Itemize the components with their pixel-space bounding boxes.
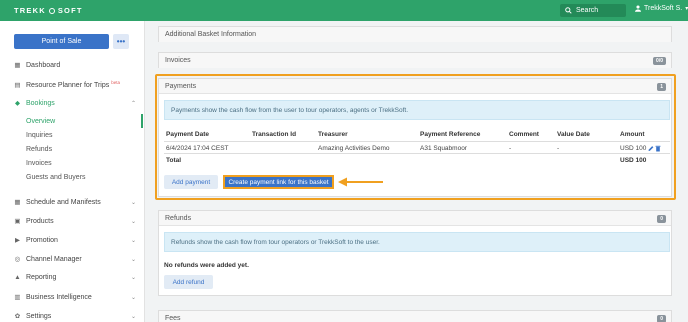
sidebar-item-resource-planner[interactable]: ▤ Resource Planner for Trips beta: [14, 79, 136, 90]
top-bar: TREKK SOFT Search TrekkSoft S. ▾: [0, 0, 688, 21]
sidebar-subitem-invoices[interactable]: Invoices: [26, 160, 52, 167]
refunds-header: Refunds 0: [159, 211, 671, 226]
sidebar-item-label: Bookings: [26, 99, 55, 107]
user-name: TrekkSoft S.: [644, 5, 683, 12]
search-icon: [565, 7, 572, 14]
products-icon: ▣: [14, 218, 21, 225]
trekksoft-logo[interactable]: TREKK SOFT: [14, 6, 83, 15]
bi-icon: ▥: [14, 294, 21, 301]
tag-icon: ◆: [15, 100, 20, 107]
chevron-down-icon: ⌄: [130, 199, 136, 206]
user-icon: [635, 5, 641, 12]
dashboard-icon: ▦: [14, 62, 21, 69]
sidebar-item-label: Products: [26, 217, 54, 225]
refunds-count-badge: 0: [657, 215, 666, 223]
sidebar-item-products[interactable]: ▣ Products ⌄: [14, 217, 136, 226]
beta-badge: beta: [111, 79, 121, 85]
chevron-down-icon: ⌄: [130, 237, 136, 244]
sidebar-subitem-refunds[interactable]: Refunds: [26, 146, 52, 153]
sidebar-item-promotion[interactable]: ▶ Promotion ⌄: [14, 236, 136, 245]
invoices-header: Invoices 0/0: [159, 53, 671, 68]
sidebar-item-label: Business Intelligence: [26, 293, 92, 301]
megaphone-icon: ▶: [15, 237, 20, 244]
calendar-icon: ▦: [14, 199, 21, 206]
chevron-up-icon: ⌃: [130, 100, 136, 107]
logo-mark-icon: [48, 7, 55, 14]
sidebar-item-label: Channel Manager: [26, 255, 82, 263]
sidebar-subitem-inquiries[interactable]: Inquiries: [26, 132, 52, 139]
fees-count-badge: 0: [657, 315, 666, 322]
sidebar-item-business-intelligence[interactable]: ▥ Business Intelligence ⌄: [14, 293, 136, 302]
user-menu[interactable]: TrekkSoft S. ▾: [635, 5, 688, 12]
fees-panel[interactable]: Fees 0: [158, 310, 672, 322]
chevron-down-icon: ⌄: [130, 275, 136, 281]
chevron-down-icon: ⌄: [130, 313, 136, 320]
no-refunds-message: No refunds were added yet.: [164, 262, 249, 269]
additional-basket-panel[interactable]: Additional Basket Information: [158, 26, 672, 42]
refunds-info-alert: Refunds show the cash flow from tour ope…: [164, 232, 670, 252]
sidebar-item-reporting[interactable]: ▲ Reporting ⌄: [14, 274, 136, 281]
fees-header: Fees 0: [159, 311, 671, 322]
planner-icon: ▤: [14, 82, 21, 89]
sidebar-item-label: Promotion: [26, 236, 58, 244]
point-of-sale-button[interactable]: Point of Sale: [14, 34, 109, 49]
gear-icon: ✿: [14, 313, 21, 320]
sidebar-subitem-guests-and-buyers[interactable]: Guests and Buyers: [26, 174, 86, 181]
sidebar-subitem-overview[interactable]: Overview: [26, 118, 55, 125]
sidebar-item-label: Dashboard: [26, 61, 61, 69]
logo-text-trekk: TREKK: [14, 6, 46, 15]
sidebar-item-label: Resource Planner for Trips: [26, 81, 110, 89]
search-placeholder: Search: [576, 7, 599, 14]
sidebar-item-settings[interactable]: ✿ Settings ⌄: [14, 312, 136, 321]
chart-icon: ▲: [14, 274, 21, 281]
chevron-down-icon: ⌄: [130, 256, 136, 263]
channel-icon: ◎: [14, 256, 21, 263]
panel-title: Fees: [165, 315, 181, 322]
sidebar-item-channel-manager[interactable]: ◎ Channel Manager ⌄: [14, 255, 136, 264]
sidebar-item-bookings[interactable]: ◆ Bookings ⌃: [14, 99, 136, 108]
add-refund-button[interactable]: Add refund: [164, 275, 213, 289]
logo-text-soft: SOFT: [57, 6, 83, 15]
more-options-button[interactable]: •••: [113, 34, 129, 49]
chevron-down-icon: ⌄: [130, 294, 136, 301]
sidebar-item-schedule[interactable]: ▦ Schedule and Manifests ⌄: [14, 198, 136, 207]
panel-title: Invoices: [165, 57, 191, 64]
sidebar: Point of Sale ••• ▦ Dashboard ▤ Resource…: [0, 21, 145, 322]
panel-title: Refunds: [165, 214, 192, 222]
sidebar-item-label: Settings: [26, 312, 52, 320]
search-input[interactable]: Search: [560, 4, 626, 17]
sidebar-item-label: Schedule and Manifests: [26, 198, 101, 206]
chevron-down-icon: ⌄: [130, 218, 136, 225]
invoices-count-badge: 0/0: [653, 57, 666, 65]
sidebar-item-dashboard[interactable]: ▦ Dashboard: [14, 61, 136, 70]
sidebar-item-label: Reporting: [26, 274, 57, 281]
payments-highlight-frame: [155, 74, 676, 200]
active-indicator: [141, 114, 143, 128]
invoices-panel[interactable]: Invoices 0/0: [158, 52, 672, 68]
refunds-panel: Refunds 0: [158, 210, 672, 296]
panel-title: Additional Basket Information: [159, 27, 671, 42]
